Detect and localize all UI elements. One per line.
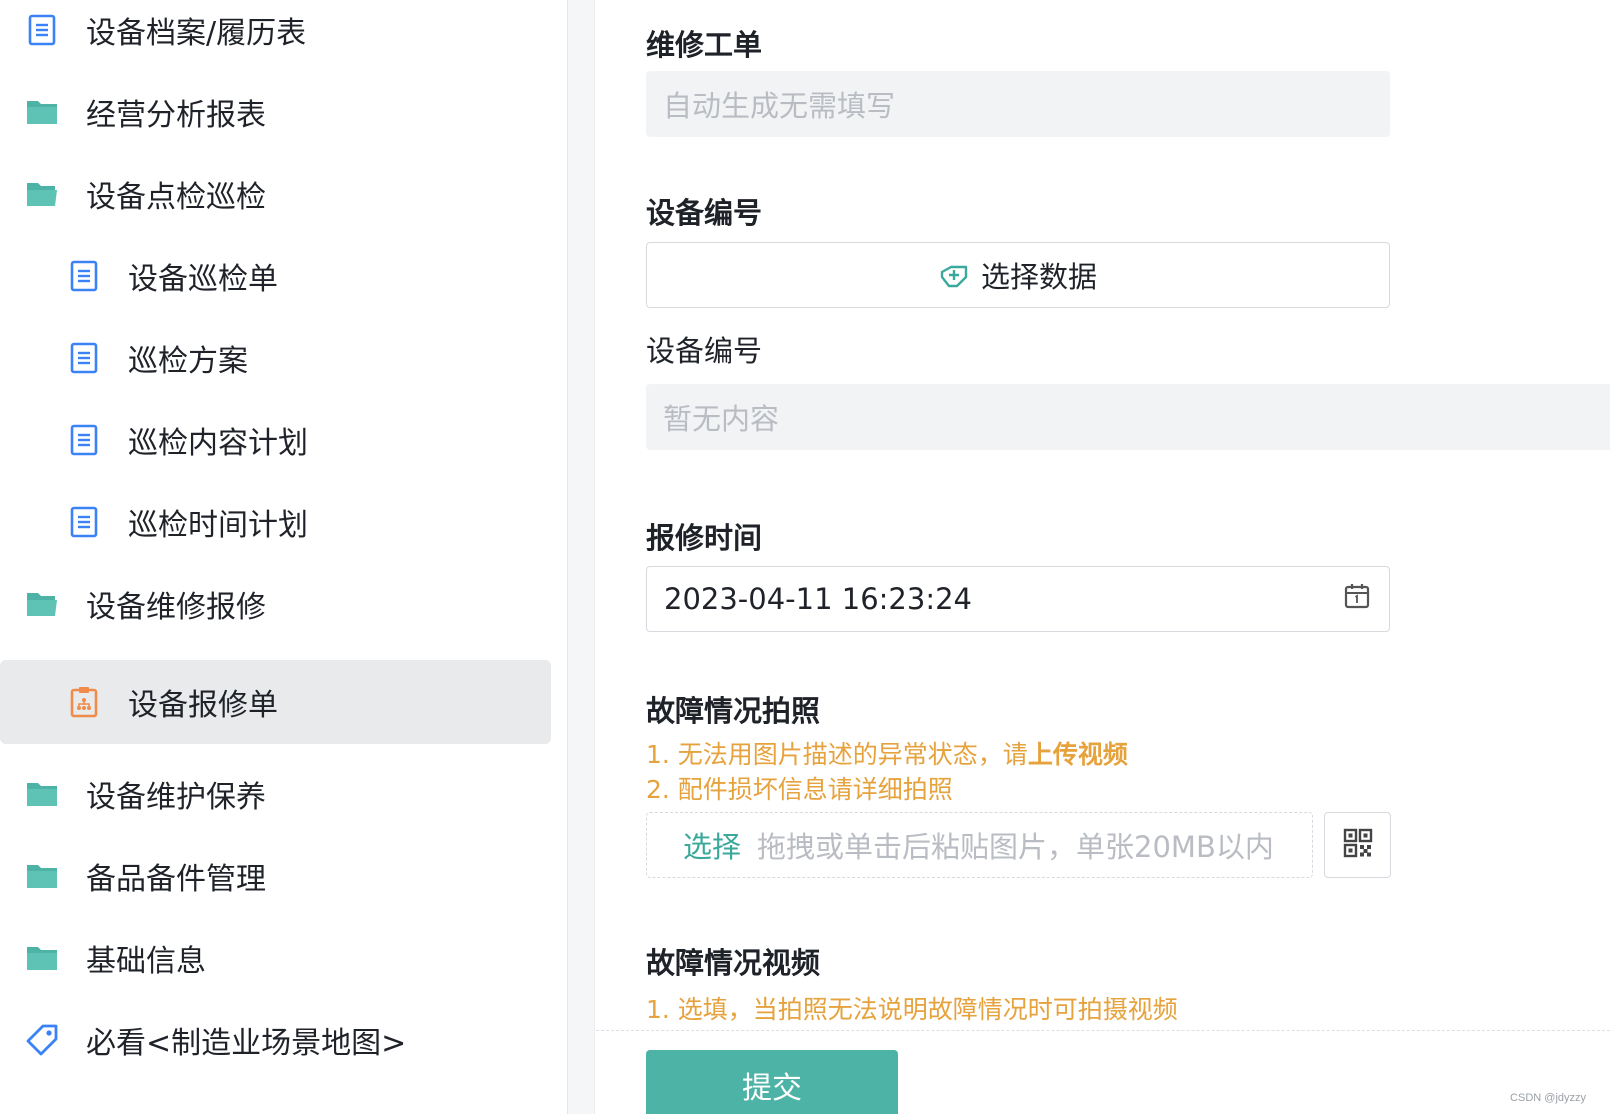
fault-photo-label: 故障情况拍照: [646, 694, 821, 728]
device-no-label: 设备编号: [646, 196, 763, 230]
sidebar-item-inspection-plan[interactable]: 巡检方案: [0, 316, 551, 400]
report-time-input[interactable]: 2023-04-11 16:23:24: [646, 566, 1390, 632]
sidebar-item-label: 设备维护保养: [86, 780, 266, 815]
sidebar-item-label: 巡检时间计划: [128, 508, 308, 543]
sidebar-item-inspection-content-schedule[interactable]: 巡检内容计划: [0, 398, 551, 482]
sidebar-item-business-report[interactable]: 经营分析报表: [0, 70, 551, 154]
photo-upload-dropzone[interactable]: 选择 拖拽或单击后粘贴图片，单张20MB以内: [646, 812, 1313, 878]
footer-divider: [596, 1030, 1610, 1031]
work-order-field: 自动生成无需填写: [646, 71, 1390, 137]
sidebar-item-maintenance[interactable]: 设备维护保养: [0, 752, 551, 836]
sidebar-item-label: 基础信息: [86, 944, 206, 979]
sidebar-item-repair[interactable]: 设备维修报修: [0, 562, 551, 646]
panel-divider: [567, 0, 595, 1114]
app-window: 设备档案/履历表 经营分析报表 设备点检巡检 设备巡检单 巡检方案 巡检内容计划…: [0, 0, 1610, 1114]
folder-open-icon: [26, 178, 58, 210]
device-no-display-field: 暂无内容: [646, 384, 1610, 450]
sidebar-item-label: 设备巡检单: [128, 262, 278, 297]
select-data-button[interactable]: 选择数据: [646, 242, 1390, 308]
sidebar-item-spare-parts[interactable]: 备品备件管理: [0, 834, 551, 918]
select-data-label: 选择数据: [980, 260, 1097, 294]
sidebar-item-label: 设备维修报修: [86, 590, 266, 625]
document-icon: [68, 424, 100, 456]
watermark: CSDN @jdyzzy: [1510, 1092, 1586, 1104]
sidebar-item-inspection-sheet[interactable]: 设备巡检单: [0, 234, 551, 318]
sidebar-item-scenario-map[interactable]: 必看<制造业场景地图>: [0, 998, 551, 1082]
sidebar-item-label: 设备档案/履历表: [86, 16, 307, 51]
sidebar-item-basic-info[interactable]: 基础信息: [0, 916, 551, 1000]
folder-icon: [26, 96, 58, 128]
device-no-display-placeholder: 暂无内容: [663, 402, 780, 436]
document-icon: [26, 14, 58, 46]
sidebar-item-label: 巡检方案: [128, 344, 248, 379]
sidebar-item-inspection-time-schedule[interactable]: 巡检时间计划: [0, 480, 551, 564]
sidebar-item-device-archive[interactable]: 设备档案/履历表: [0, 0, 551, 72]
document-icon: [68, 342, 100, 374]
qr-code-button[interactable]: [1324, 812, 1391, 878]
fault-video-label: 故障情况视频: [646, 946, 821, 980]
upload-hint-text: 拖拽或单击后粘贴图片，单张20MB以内: [757, 830, 1274, 864]
document-icon: [68, 506, 100, 538]
fault-photo-hint-1: 1. 无法用图片描述的异常状态，请上传视频: [646, 735, 1128, 771]
sidebar-item-label: 设备报修单: [128, 688, 278, 723]
sidebar-item-label: 必看<制造业场景地图>: [86, 1026, 407, 1061]
repair-order-form: 维修工单 自动生成无需填写 设备编号 选择数据 设备编号 暂无内容 报修时间 2…: [596, 0, 1610, 1114]
device-no-display-label: 设备编号: [646, 334, 763, 368]
report-time-value: 2023-04-11 16:23:24: [664, 582, 972, 616]
work-order-label: 维修工单: [646, 28, 763, 62]
submit-button[interactable]: 提交: [646, 1050, 898, 1114]
qr-code-icon: [1343, 828, 1373, 862]
folder-open-icon: [26, 588, 58, 620]
upload-video-emphasis: 上传视频: [1027, 740, 1128, 769]
hint-text: 1. 无法用图片描述的异常状态，请: [646, 740, 1028, 769]
sidebar-item-label: 备品备件管理: [86, 862, 266, 897]
sidebar-item-label: 设备点检巡检: [86, 180, 266, 215]
upload-select-link[interactable]: 选择: [683, 824, 741, 866]
fault-video-hint-1: 1. 选填，当拍照无法说明故障情况时可拍摄视频: [646, 995, 1178, 1024]
clipboard-icon: [68, 686, 100, 718]
folder-icon: [26, 778, 58, 810]
sidebar-item-label: 巡检内容计划: [128, 426, 308, 461]
sidebar-item-label: 经营分析报表: [86, 98, 266, 133]
sidebar-item-repair-order[interactable]: 设备报修单: [0, 660, 551, 744]
fault-photo-hint-2: 2. 配件损坏信息请详细拍照: [646, 775, 953, 804]
report-time-label: 报修时间: [646, 521, 763, 555]
folder-icon: [26, 860, 58, 892]
folder-icon: [26, 942, 58, 974]
tag-icon: [26, 1024, 58, 1056]
calendar-icon[interactable]: [1343, 582, 1371, 617]
sidebar-nav: 设备档案/履历表 经营分析报表 设备点检巡检 设备巡检单 巡检方案 巡检内容计划…: [0, 0, 553, 1114]
document-icon: [68, 260, 100, 292]
work-order-placeholder: 自动生成无需填写: [663, 89, 896, 123]
select-data-icon: [939, 260, 969, 290]
sidebar-item-inspection[interactable]: 设备点检巡检: [0, 152, 551, 236]
